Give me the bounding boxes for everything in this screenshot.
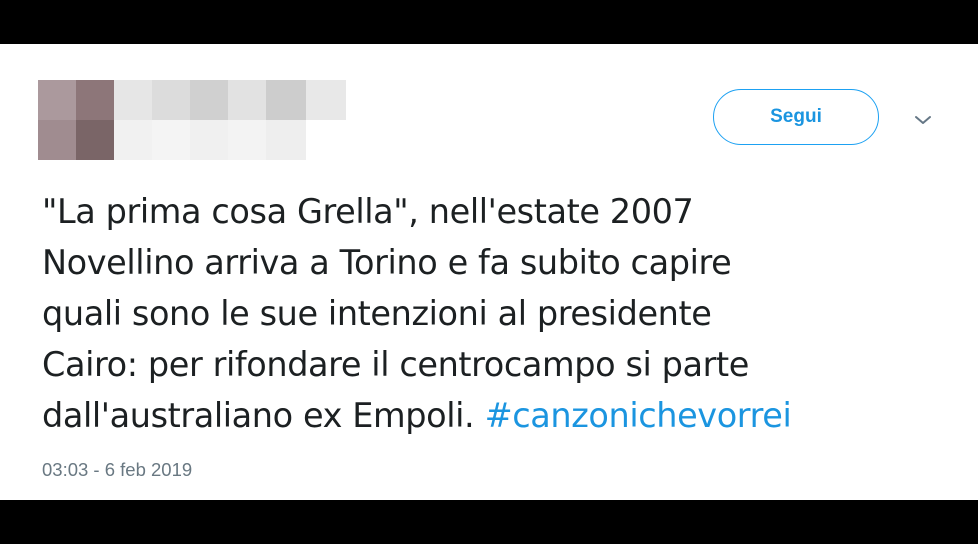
avatar[interactable] bbox=[38, 80, 76, 120]
tweet-text-fragment: dall'australiano ex Empoli. bbox=[42, 396, 485, 435]
chevron-down-icon[interactable] bbox=[910, 109, 936, 131]
tweet-timestamp[interactable]: 03:03 - 6 feb 2019 bbox=[42, 459, 192, 481]
tweet-text-line: "La prima cosa Grella", nell'estate 2007 bbox=[42, 192, 694, 231]
hashtag-link[interactable]: #canzonichevorrei bbox=[485, 396, 792, 435]
tweet-text: "La prima cosa Grella", nell'estate 2007… bbox=[42, 186, 942, 441]
pixelated-author-header bbox=[38, 80, 346, 160]
tweet-text-line-last: dall'australiano ex Empoli. #canzonichev… bbox=[42, 390, 942, 441]
tweet-text-line: Cairo: per rifondare il centrocampo si p… bbox=[42, 345, 749, 384]
tweet-text-line: quali sono le sue intenzioni al presiden… bbox=[42, 294, 712, 333]
tweet-text-line: Novellino arriva a Torino e fa subito ca… bbox=[42, 243, 732, 282]
follow-button[interactable]: Segui bbox=[713, 89, 879, 145]
